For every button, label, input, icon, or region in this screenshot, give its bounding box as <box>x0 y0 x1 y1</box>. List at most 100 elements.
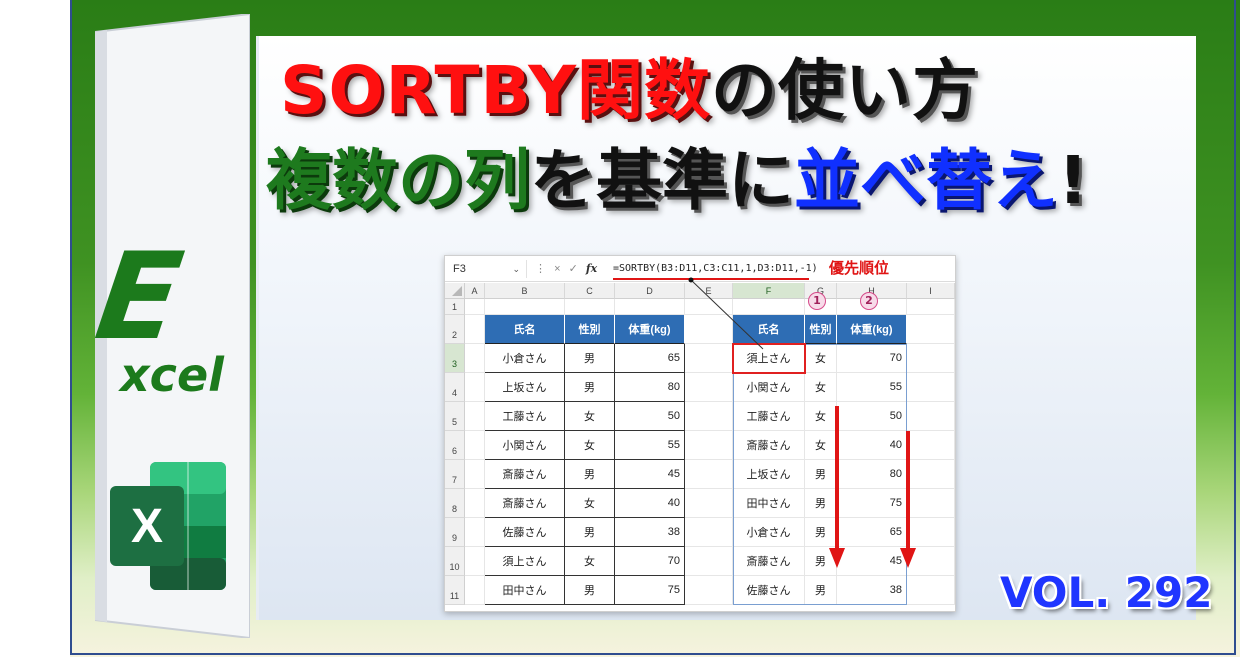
grid-cell[interactable] <box>685 402 733 431</box>
sorted-table-cell[interactable]: 女 <box>805 373 837 402</box>
grid-cell[interactable] <box>465 373 485 402</box>
grid-cell[interactable] <box>685 344 733 373</box>
source-header-cell[interactable]: 体重(kg) <box>615 315 685 344</box>
source-table-cell[interactable]: 女 <box>565 402 615 431</box>
sorted-table-cell[interactable]: 55 <box>837 373 907 402</box>
column-header-a[interactable]: A <box>465 283 485 299</box>
grid-cell[interactable] <box>907 344 955 373</box>
source-header-cell[interactable]: 性別 <box>565 315 615 344</box>
column-header-f[interactable]: F <box>733 283 805 299</box>
enter-icon[interactable]: ✓ <box>569 263 578 275</box>
source-table-cell[interactable]: 男 <box>565 373 615 402</box>
grid-cell[interactable] <box>465 576 485 605</box>
grid-cell[interactable] <box>685 431 733 460</box>
grid-cell[interactable] <box>685 518 733 547</box>
row-header-11[interactable]: 11 <box>445 576 465 605</box>
sorted-table-cell[interactable]: 佐藤さん <box>733 576 805 605</box>
grid-cell[interactable] <box>907 431 955 460</box>
source-table-cell[interactable]: 女 <box>565 489 615 518</box>
column-header-e[interactable]: E <box>685 283 733 299</box>
source-table-cell[interactable]: 75 <box>615 576 685 605</box>
name-box[interactable]: F3 ⌄ <box>449 260 527 278</box>
row-header-7[interactable]: 7 <box>445 460 465 489</box>
sorted-table-cell[interactable]: 男 <box>805 576 837 605</box>
source-table-cell[interactable]: 65 <box>615 344 685 373</box>
chevron-down-icon[interactable]: ⌄ <box>512 260 520 278</box>
grid-cell[interactable] <box>615 299 685 315</box>
row-header-2[interactable]: 2 <box>445 315 465 344</box>
sorted-table-cell[interactable]: 40 <box>837 431 907 460</box>
sorted-table-cell[interactable]: 上坂さん <box>733 460 805 489</box>
grid-cell[interactable] <box>907 299 955 315</box>
sorted-table-cell[interactable]: 男 <box>805 518 837 547</box>
grid-cell[interactable] <box>907 315 955 344</box>
sorted-table-cell[interactable]: 斎藤さん <box>733 547 805 576</box>
source-table-cell[interactable]: 工藤さん <box>485 402 565 431</box>
source-table-cell[interactable]: 38 <box>615 518 685 547</box>
sorted-header-cell[interactable]: 体重(kg) <box>837 315 907 344</box>
source-table-cell[interactable]: 45 <box>615 460 685 489</box>
formula-input[interactable]: =SORTBY(B3:D11,C3:C11,1,D3:D11,-1) <box>613 260 818 278</box>
sorted-table-cell[interactable]: 女 <box>805 344 837 373</box>
source-table-cell[interactable]: 55 <box>615 431 685 460</box>
grid-cell[interactable] <box>907 547 955 576</box>
sorted-table-cell[interactable]: 45 <box>837 547 907 576</box>
sorted-table-cell[interactable]: 70 <box>837 344 907 373</box>
sorted-table-cell[interactable]: 50 <box>837 402 907 431</box>
sorted-table-cell[interactable]: 男 <box>805 547 837 576</box>
sorted-table-cell[interactable]: 38 <box>837 576 907 605</box>
grid-cell[interactable] <box>485 299 565 315</box>
select-all-corner[interactable] <box>445 283 465 299</box>
column-header-i[interactable]: I <box>907 283 955 299</box>
sorted-table-cell[interactable]: 小関さん <box>733 373 805 402</box>
row-header-4[interactable]: 4 <box>445 373 465 402</box>
grid-cell[interactable] <box>685 460 733 489</box>
grid-cell[interactable] <box>733 299 805 315</box>
column-header-c[interactable]: C <box>565 283 615 299</box>
sorted-table-cell[interactable]: 65 <box>837 518 907 547</box>
column-header-b[interactable]: B <box>485 283 565 299</box>
source-header-cell[interactable]: 氏名 <box>485 315 565 344</box>
grid-cell[interactable] <box>907 373 955 402</box>
grid-cell[interactable] <box>465 431 485 460</box>
source-table-cell[interactable]: 80 <box>615 373 685 402</box>
source-table-cell[interactable]: 男 <box>565 576 615 605</box>
sorted-table-cell[interactable]: 工藤さん <box>733 402 805 431</box>
source-table-cell[interactable]: 男 <box>565 518 615 547</box>
grid-cell[interactable] <box>685 373 733 402</box>
sorted-header-cell[interactable]: 氏名 <box>733 315 805 344</box>
row-header-10[interactable]: 10 <box>445 547 465 576</box>
source-table-cell[interactable]: 小関さん <box>485 431 565 460</box>
source-table-cell[interactable]: 佐藤さん <box>485 518 565 547</box>
source-table-cell[interactable]: 小倉さん <box>485 344 565 373</box>
row-header-1[interactable]: 1 <box>445 299 465 315</box>
grid-cell[interactable] <box>465 344 485 373</box>
source-table-cell[interactable]: 田中さん <box>485 576 565 605</box>
sorted-table-cell[interactable]: 斎藤さん <box>733 431 805 460</box>
sorted-table-cell[interactable]: 女 <box>805 402 837 431</box>
grid-cell[interactable] <box>685 576 733 605</box>
insert-function-icon[interactable]: fx <box>586 262 597 275</box>
sorted-table-cell[interactable]: 女 <box>805 431 837 460</box>
row-header-5[interactable]: 5 <box>445 402 465 431</box>
row-header-9[interactable]: 9 <box>445 518 465 547</box>
sorted-table-cell[interactable]: 男 <box>805 489 837 518</box>
cancel-icon[interactable]: × <box>554 263 560 275</box>
source-table-cell[interactable]: 男 <box>565 344 615 373</box>
grid-cell[interactable] <box>685 315 733 344</box>
column-header-d[interactable]: D <box>615 283 685 299</box>
source-table-cell[interactable]: 須上さん <box>485 547 565 576</box>
source-table-cell[interactable]: 70 <box>615 547 685 576</box>
sorted-table-cell[interactable]: 田中さん <box>733 489 805 518</box>
grid-cell[interactable] <box>685 299 733 315</box>
source-table-cell[interactable]: 男 <box>565 460 615 489</box>
sorted-table-cell[interactable]: 80 <box>837 460 907 489</box>
grid-cell[interactable] <box>465 547 485 576</box>
source-table-cell[interactable]: 斎藤さん <box>485 460 565 489</box>
grid-cell[interactable] <box>907 489 955 518</box>
grid-cell[interactable] <box>685 547 733 576</box>
sorted-header-cell[interactable]: 性別 <box>805 315 837 344</box>
source-table-cell[interactable]: 上坂さん <box>485 373 565 402</box>
grid-cell[interactable] <box>565 299 615 315</box>
grid-cell[interactable] <box>685 489 733 518</box>
